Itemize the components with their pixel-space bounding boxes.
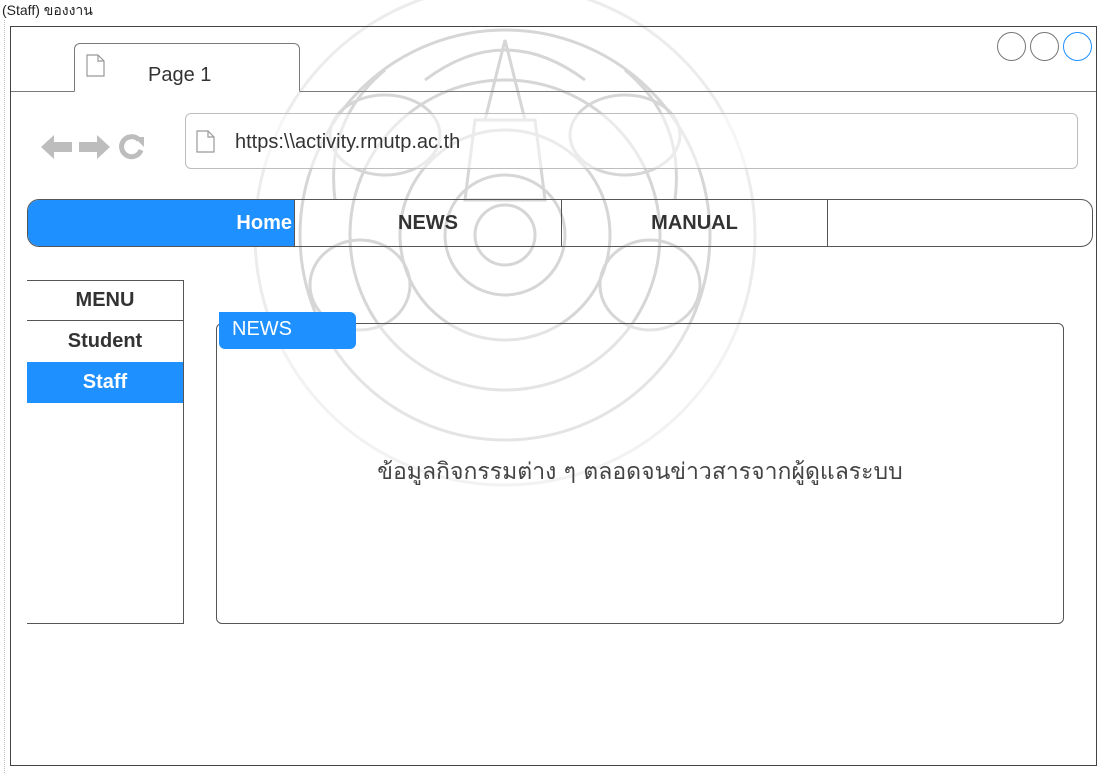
menu-manual[interactable]: MANUAL <box>562 200 828 246</box>
page-margin <box>4 20 5 773</box>
news-panel-tab: NEWS <box>219 312 356 349</box>
page-icon <box>196 130 215 153</box>
sidebar-menu: MENU Student Staff <box>27 280 184 624</box>
menu-news[interactable]: NEWS <box>295 200 562 246</box>
menu-home[interactable]: Home <box>28 200 295 246</box>
page-icon <box>86 54 105 77</box>
sidebar-title: MENU <box>27 281 183 321</box>
news-content: ข้อมูลกิจกรรมต่าง ๆ ตลอดจนข่าวสารจากผู้ด… <box>377 459 903 485</box>
navigation-row: https:\\activity.rmutp.ac.th <box>11 113 1096 173</box>
menu-empty-slot <box>828 200 1092 246</box>
browser-window: Page 1 https:\\activity.rmutp.ac.th Home <box>10 26 1097 766</box>
window-controls <box>997 32 1092 61</box>
maximize-button[interactable] <box>1030 32 1059 61</box>
tab-bar: Page 1 <box>11 27 1096 92</box>
main-menu-bar: Home NEWS MANUAL <box>27 199 1093 247</box>
reload-icon[interactable] <box>117 133 145 161</box>
url-text: https:\\activity.rmutp.ac.th <box>235 131 461 153</box>
tab-title: Page 1 <box>148 64 212 86</box>
sidebar-item-staff[interactable]: Staff <box>27 362 183 403</box>
close-button[interactable] <box>1063 32 1092 61</box>
address-bar[interactable]: https:\\activity.rmutp.ac.th <box>185 113 1078 169</box>
document-caption: (Staff) ของงาน <box>2 2 93 18</box>
back-arrow-icon[interactable] <box>41 135 73 159</box>
minimize-button[interactable] <box>997 32 1026 61</box>
sidebar-item-student[interactable]: Student <box>27 321 183 362</box>
forward-arrow-icon[interactable] <box>78 135 110 159</box>
news-panel: ข้อมูลกิจกรรมต่าง ๆ ตลอดจนข่าวสารจากผู้ด… <box>216 323 1064 624</box>
browser-tab[interactable]: Page 1 <box>74 43 300 92</box>
